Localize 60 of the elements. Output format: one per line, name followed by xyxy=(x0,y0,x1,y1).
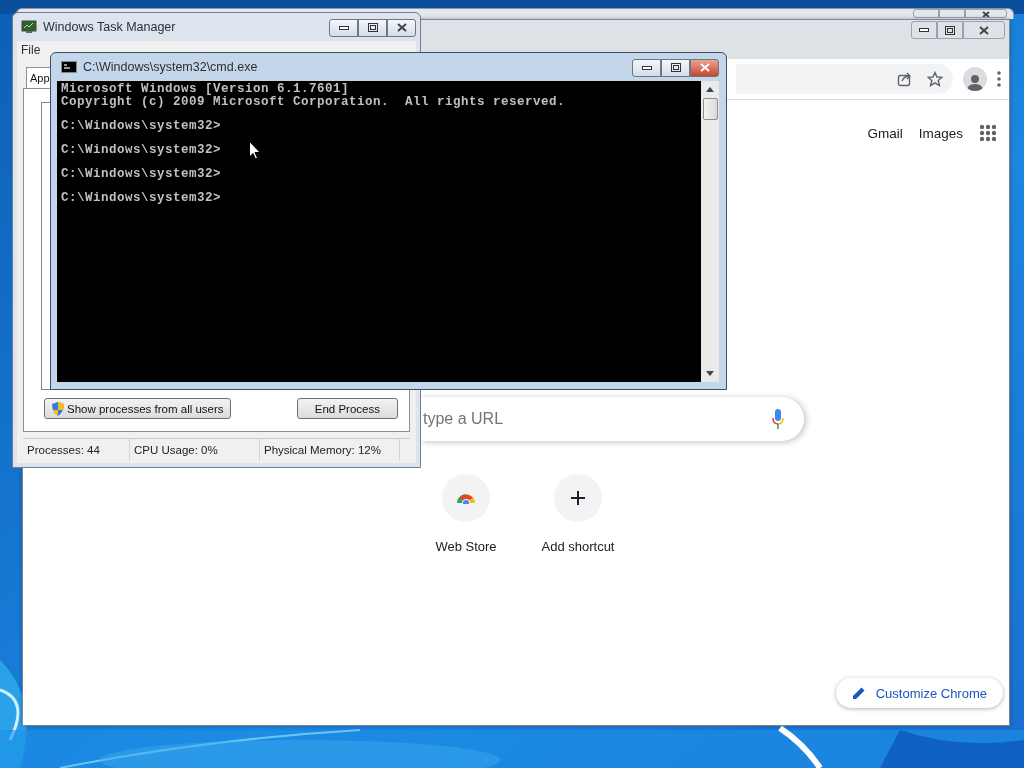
shortcut-tile[interactable] xyxy=(554,474,602,522)
console-line: C:\Windows\system32> xyxy=(61,144,222,157)
plus-icon xyxy=(570,490,586,506)
shield-icon xyxy=(51,400,65,417)
close-button[interactable] xyxy=(965,9,1007,18)
window-title: C:\Windows\system32\cmd.exe xyxy=(83,60,259,74)
maximize-button[interactable] xyxy=(661,58,690,77)
minimize-icon xyxy=(641,65,652,70)
mouse-cursor-icon xyxy=(249,141,261,160)
close-icon xyxy=(699,63,710,72)
apps-grid-icon[interactable] xyxy=(979,124,997,142)
shortcut-label[interactable]: Web Store xyxy=(435,539,497,554)
end-process-button[interactable]: End Process xyxy=(296,398,398,419)
minimize-icon xyxy=(919,28,929,32)
scrollbar[interactable] xyxy=(701,81,719,382)
header-link[interactable]: Images xyxy=(918,125,963,141)
shortcut-tile[interactable] xyxy=(442,474,490,522)
close-icon xyxy=(981,11,991,17)
close-icon xyxy=(396,23,407,32)
pencil-icon xyxy=(851,686,866,700)
tab[interactable]: App xyxy=(26,67,51,88)
minimize-icon xyxy=(338,25,349,30)
microphone-icon[interactable] xyxy=(772,409,784,429)
header-link[interactable]: Gmail xyxy=(867,125,903,141)
status-text: Physical Memory: 12% xyxy=(260,439,400,461)
colored-arc-icon xyxy=(456,492,476,504)
minimize-button[interactable] xyxy=(632,58,661,77)
console-line: Copyright (c) 2009 Microsoft Corporation. All rights reserved. xyxy=(61,96,566,109)
maximize-icon xyxy=(367,23,378,32)
window-title: Windows Task Manager xyxy=(43,20,177,34)
search-field[interactable]: type a URL xyxy=(421,397,804,441)
minimize-button[interactable] xyxy=(911,21,937,39)
maximize-button[interactable] xyxy=(358,18,387,37)
monitor-icon xyxy=(21,20,37,34)
console-line: C:\Windows\system32> xyxy=(61,192,222,205)
maximize-icon xyxy=(945,25,955,35)
show-processes-button[interactable]: Show processes from all users xyxy=(44,398,231,419)
console-line: Microsoft Windows [Version 6.1.7601] xyxy=(61,83,350,96)
close-icon xyxy=(979,25,989,35)
console-line: C:\Windows\system32> xyxy=(61,168,222,181)
scroll-up-icon[interactable] xyxy=(706,87,714,92)
console-icon xyxy=(61,61,77,73)
close-button[interactable] xyxy=(963,21,1005,39)
status-text: CPU Usage: 0% xyxy=(130,439,260,461)
account-icon[interactable] xyxy=(963,67,987,91)
maximize-button[interactable] xyxy=(937,21,963,39)
status-text: Processes: 44 xyxy=(23,439,130,461)
scroll-thumb[interactable] xyxy=(702,98,718,120)
share-icon[interactable] xyxy=(897,71,913,87)
minimize-button[interactable] xyxy=(329,18,358,37)
menu-item[interactable]: File xyxy=(21,43,53,57)
star-icon[interactable] xyxy=(927,71,943,87)
close-button[interactable] xyxy=(387,18,416,37)
shortcut-label[interactable]: Add shortcut xyxy=(541,539,615,554)
more-icon[interactable] xyxy=(997,71,1001,87)
console-line: C:\Windows\system32> xyxy=(61,120,222,133)
scroll-down-icon[interactable] xyxy=(706,371,714,376)
customize-button[interactable]: Customize Chrome xyxy=(835,678,1003,708)
close-button[interactable] xyxy=(690,58,719,77)
maximize-icon xyxy=(670,63,681,72)
